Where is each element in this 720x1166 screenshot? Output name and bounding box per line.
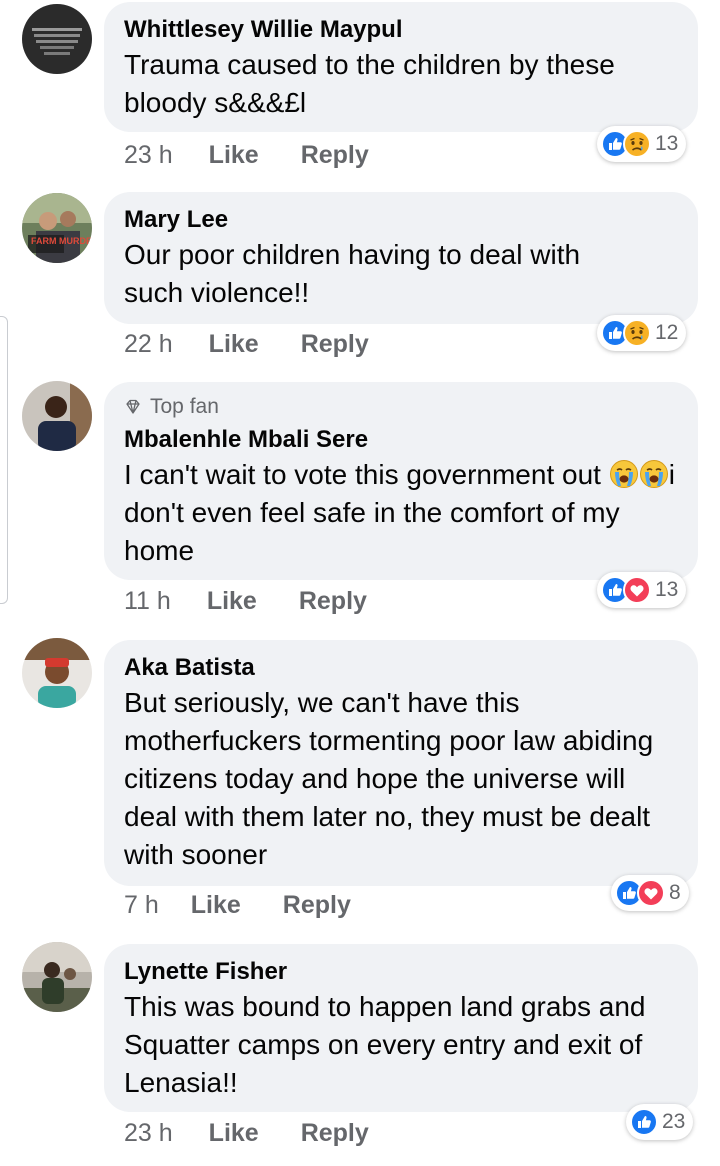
comment-author[interactable]: Mbalenhle Mbali Sere xyxy=(124,424,680,456)
comment-timestamp[interactable]: 11 h xyxy=(124,587,171,616)
comment-text: Trauma caused to the children by these b… xyxy=(124,49,615,118)
avatar-caption: FARM MURDERS xyxy=(31,236,92,246)
comment-timestamp[interactable]: 23 h xyxy=(124,141,173,170)
like-button[interactable]: Like xyxy=(191,891,241,920)
scroll-edge xyxy=(0,316,8,604)
comment-actions: 7 h Like Reply xyxy=(124,888,351,922)
love-icon xyxy=(623,576,651,604)
like-button[interactable]: Like xyxy=(209,141,259,170)
avatar[interactable]: FARM MURDERS xyxy=(22,193,92,263)
loudly-crying-face-icon xyxy=(639,459,669,489)
reactions-summary[interactable]: 23 xyxy=(626,1104,694,1140)
comment-timestamp[interactable]: 23 h xyxy=(124,1119,173,1148)
reply-button[interactable]: Reply xyxy=(301,330,369,359)
reaction-count: 12 xyxy=(655,321,679,344)
like-icon xyxy=(630,1108,658,1136)
comment-author[interactable]: Whittlesey Willie Maypul xyxy=(124,14,680,46)
comment-bubble: Aka Batista But seriously, we can't have… xyxy=(104,640,698,886)
comment-actions: 22 h Like Reply xyxy=(124,327,369,361)
comment-text: Our poor children having to deal with su… xyxy=(124,239,581,308)
comment-bubble: Whittlesey Willie Maypul Trauma caused t… xyxy=(104,2,698,132)
love-icon xyxy=(637,879,665,907)
reaction-count: 13 xyxy=(655,578,679,601)
top-fan-badge: Top fan xyxy=(124,394,680,420)
comment-author[interactable]: Mary Lee xyxy=(124,204,680,236)
comment-timestamp[interactable]: 7 h xyxy=(124,891,159,920)
avatar[interactable] xyxy=(22,942,92,1012)
reply-button[interactable]: Reply xyxy=(301,141,369,170)
comment-bubble: Top fan Mbalenhle Mbali Sere I can't wai… xyxy=(104,382,698,580)
avatar[interactable] xyxy=(22,638,92,708)
comment-author[interactable]: Lynette Fisher xyxy=(124,956,680,988)
avatar[interactable] xyxy=(22,4,92,74)
reaction-count: 8 xyxy=(669,881,681,904)
comment-text: But seriously, we can't have this mother… xyxy=(124,687,654,870)
comment-bubble: Mary Lee Our poor children having to dea… xyxy=(104,192,698,324)
sad-icon xyxy=(623,319,651,347)
reply-button[interactable]: Reply xyxy=(283,891,351,920)
comment-actions: 23 h Like Reply xyxy=(124,138,369,172)
comment-text: I can't wait to vote this government out… xyxy=(124,459,675,566)
comment-text: This was bound to happen land grabs and … xyxy=(124,991,646,1098)
like-button[interactable]: Like xyxy=(209,1119,259,1148)
reply-button[interactable]: Reply xyxy=(299,587,367,616)
diamond-icon xyxy=(126,399,140,414)
loudly-crying-face-icon xyxy=(609,459,639,489)
comment-actions: 11 h Like Reply xyxy=(124,584,367,618)
reply-button[interactable]: Reply xyxy=(301,1119,369,1148)
reactions-summary[interactable]: 13 xyxy=(597,572,687,608)
reactions-summary[interactable]: 12 xyxy=(597,315,687,351)
reaction-count: 23 xyxy=(662,1110,686,1133)
like-button[interactable]: Like xyxy=(207,587,257,616)
comment-actions: 23 h Like Reply xyxy=(124,1116,369,1150)
reactions-summary[interactable]: 13 xyxy=(597,126,687,162)
avatar[interactable] xyxy=(22,381,92,451)
reaction-count: 13 xyxy=(655,132,679,155)
comment-bubble: Lynette Fisher This was bound to happen … xyxy=(104,944,698,1112)
comment-author[interactable]: Aka Batista xyxy=(124,652,680,684)
comment-timestamp[interactable]: 22 h xyxy=(124,330,173,359)
sad-icon xyxy=(623,130,651,158)
reactions-summary[interactable]: 8 xyxy=(611,875,689,911)
like-button[interactable]: Like xyxy=(209,330,259,359)
